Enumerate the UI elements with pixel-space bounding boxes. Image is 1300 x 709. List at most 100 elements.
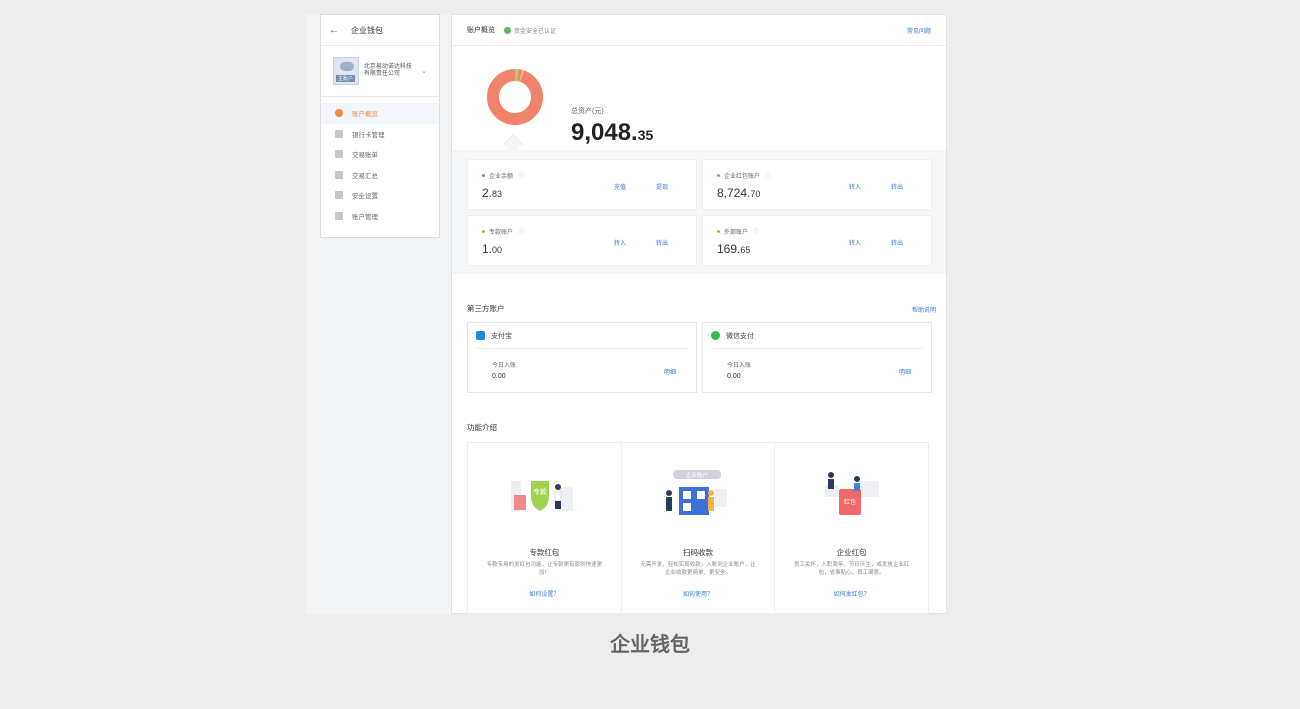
sidebar-item-account-mgmt[interactable]: 账户管理	[321, 206, 439, 227]
account-name: 企业余额 ⓘ	[482, 171, 696, 180]
wechat-pay-icon	[711, 331, 720, 340]
sidebar-item-summary[interactable]: 交易汇总	[321, 165, 439, 186]
features-title: 功能介绍	[467, 423, 497, 432]
feature-card-redpacket: 红包 企业红包 员工关怀，入职周年、节日庆生，或发放企业红包，省事贴心，员工满意…	[775, 443, 928, 613]
total-assets-section: 总资产(元) 9,048.35	[452, 46, 946, 154]
account-value-int: 2.	[482, 186, 493, 200]
third-party-accounts: 支付宝 今日入账 0.00 明细 微信支付 今日入账 0.00 明细	[467, 322, 932, 393]
account-value-int: 8,724.	[717, 186, 751, 200]
today-income-label: 今日入账	[727, 363, 752, 369]
feature-title: 专款红包	[529, 548, 560, 557]
sidebar-nav: 账户概览 银行卡管理 交易账单 交易汇总 安全设置 账户管理	[321, 97, 439, 226]
company-logo: 主账户	[333, 57, 359, 85]
total-assets-integer: 9,048.	[571, 119, 638, 146]
sidebar-item-bank-cards[interactable]: 银行卡管理	[321, 124, 439, 145]
logo-tag: 主账户	[336, 75, 356, 82]
account-value-int: 169.	[717, 242, 741, 256]
document-icon	[335, 150, 343, 159]
account-value-dec: 70	[750, 189, 761, 199]
sidebar-item-security[interactable]: 安全设置	[321, 185, 439, 206]
help-circle-icon[interactable]: ⓘ	[518, 171, 524, 180]
account-card-special: 专款账户 ⓘ 1.00 转入 转出	[467, 215, 697, 266]
transfer-out-button[interactable]: 转出	[891, 182, 903, 191]
total-assets-decimal: 35	[637, 127, 654, 143]
account-label: 外部账户	[724, 230, 749, 236]
faq-link[interactable]: 常见问题	[907, 26, 931, 35]
wechat-pay-card: 微信支付 今日入账 0.00 明细	[702, 322, 932, 393]
back-arrow-icon[interactable]: ←	[329, 25, 339, 36]
chevron-down-icon[interactable]: ⌄	[421, 67, 427, 75]
help-circle-icon[interactable]: ⓘ	[765, 171, 771, 180]
main-header: 账户概览 资金安全已认证 常见问题	[452, 15, 946, 46]
feature-card-special-redpacket: 专款 专款红包 专款专用的发红包功能，让专款更有原则快速更加！ 如何设置？	[468, 443, 622, 613]
sidebar-item-label: 账户管理	[352, 213, 378, 221]
account-label: 企业余额	[489, 174, 514, 180]
feature-card-qr-payment: 企业账户 扫码收款 无需开发，轻松实现收款，入账到企业账户，让企业收款更简单、更…	[622, 443, 776, 613]
lock-icon	[335, 191, 343, 200]
cloud-icon	[340, 62, 354, 71]
account-name: 外部账户 ⓘ	[717, 227, 931, 236]
withdraw-button[interactable]: 提现	[656, 182, 668, 191]
card-title: 支付宝	[491, 332, 512, 340]
sidebar-item-overview[interactable]: 账户概览	[321, 103, 439, 124]
alipay-card: 支付宝 今日入账 0.00 明细	[467, 322, 697, 393]
pie-chart-icon	[335, 109, 343, 118]
company-name: 北京易动诺达科技有限责任公司	[363, 64, 412, 77]
qr-badge-text: 企业账户	[686, 471, 708, 479]
card-title: 微信支付	[726, 332, 754, 340]
bullet-icon	[717, 174, 720, 177]
special-badge-text: 专款	[533, 487, 547, 496]
sidebar-item-label: 账户概览	[352, 111, 378, 119]
today-income-amount: 0.00	[492, 373, 506, 380]
transfer-in-button[interactable]: 转入	[849, 238, 861, 247]
how-to-use-link[interactable]: 如何使用？	[622, 589, 775, 598]
card-icon	[335, 129, 343, 138]
feature-title: 扫码收款	[683, 548, 713, 557]
help-circle-icon[interactable]: ⓘ	[518, 227, 524, 236]
account-name: 企业红包账户 ⓘ	[717, 171, 931, 180]
sidebar-title: 企业钱包	[351, 25, 383, 35]
card-header: 微信支付	[711, 323, 923, 349]
third-party-title: 第三方账户	[467, 304, 505, 313]
page-title: 账户概览	[467, 27, 495, 34]
feature-title: 企业红包	[836, 548, 867, 557]
details-link[interactable]: 明细	[899, 367, 911, 376]
wallet-app-frame: ← 企业钱包 主账户 北京易动诺达科技有限责任公司 ⌄ 账户概览 银行卡管理 交…	[306, 14, 947, 614]
special-redpacket-illustration: 专款	[511, 481, 574, 511]
recharge-button[interactable]: 充值	[614, 182, 626, 191]
verified-badge: 资金安全已认证	[504, 26, 556, 35]
sidebar-item-bills[interactable]: 交易账单	[321, 144, 439, 165]
help-circle-icon[interactable]: ⓘ	[753, 227, 759, 236]
account-value-dec: 83	[492, 189, 503, 199]
feature-description: 专款专用的发红包功能，让专款更有原则快速更加！	[486, 562, 603, 576]
main-panel: 账户概览 资金安全已认证 常见问题 总资产(元) 9,048.35 企业余额 ⓘ …	[451, 14, 947, 614]
today-income-amount: 0.00	[727, 373, 741, 380]
help-link[interactable]: 帮助说明	[912, 305, 936, 314]
details-link[interactable]: 明细	[664, 367, 676, 376]
donut-segment-red	[487, 69, 543, 125]
transfer-in-button[interactable]: 转入	[849, 182, 861, 191]
total-assets-value: 9,048.35	[571, 119, 653, 147]
today-income-label: 今日入账	[492, 363, 517, 369]
how-to-send-link[interactable]: 如何发红包？	[775, 589, 928, 598]
qr-payment-illustration: 企业账户	[666, 470, 727, 515]
shield-check-icon	[504, 26, 511, 34]
how-to-setup-link[interactable]: 如何设置？	[468, 589, 621, 598]
feature-cards: 专款 专款红包 专款专用的发红包功能，让专款更有原则快速更加！ 如何设置？ 企业…	[467, 442, 929, 614]
transfer-in-button[interactable]: 转入	[614, 238, 626, 247]
account-card-redpacket: 企业红包账户 ⓘ 8,724.70 转入 转出	[702, 159, 932, 210]
company-switcher[interactable]: 主账户 北京易动诺达科技有限责任公司 ⌄	[321, 46, 439, 97]
redpacket-badge-text: 红包	[844, 498, 856, 506]
transfer-out-button[interactable]: 转出	[656, 238, 668, 247]
bullet-icon	[717, 230, 720, 233]
bullet-icon	[482, 230, 485, 233]
account-name: 专款账户 ⓘ	[482, 227, 696, 236]
feature-description: 无需开发，轻松实现收款，入账到企业账户，让企业收款更简单、更安全。	[640, 562, 756, 576]
sidebar-item-label: 安全设置	[352, 193, 378, 201]
redpacket-illustration: 红包	[824, 472, 879, 515]
transfer-out-button[interactable]: 转出	[891, 238, 903, 247]
sidebar-item-label: 交易账单	[352, 152, 378, 160]
alipay-icon	[476, 331, 485, 340]
verified-text: 资金安全已认证	[514, 28, 557, 35]
bullet-icon	[482, 174, 485, 177]
